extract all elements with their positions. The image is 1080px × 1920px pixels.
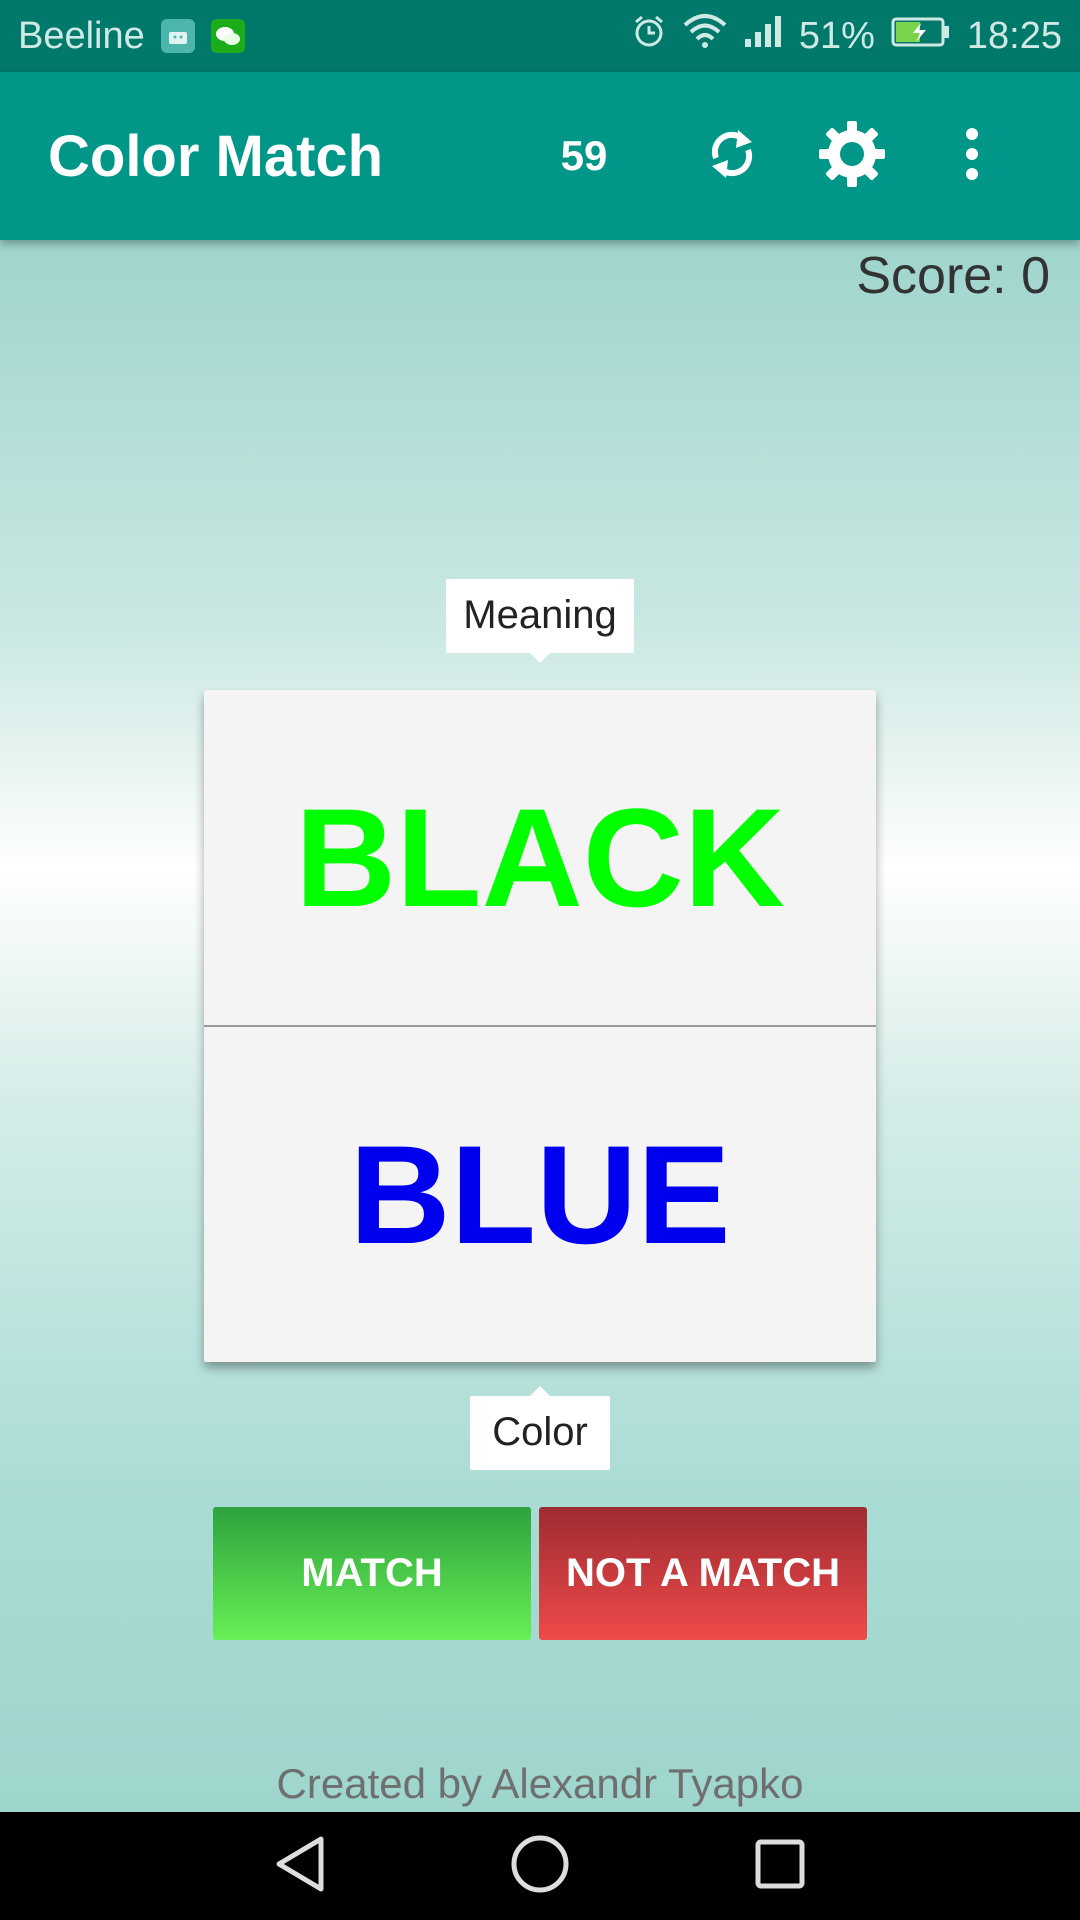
refresh-button[interactable] xyxy=(672,96,792,216)
score-label: Score: 0 xyxy=(856,247,1050,305)
wechat-icon xyxy=(210,19,245,53)
color-word: BLUE xyxy=(349,1115,731,1273)
match-button[interactable]: MATCH xyxy=(213,1507,531,1640)
battery-icon xyxy=(891,15,951,58)
countdown-timer: 59 xyxy=(560,132,608,179)
wifi-icon xyxy=(683,13,727,59)
refresh-icon xyxy=(702,124,762,189)
meaning-word: BLACK xyxy=(295,778,785,936)
back-button[interactable] xyxy=(240,1812,360,1920)
carrier-label: Beeline xyxy=(18,14,145,57)
not-a-match-button[interactable]: NOT A MATCH xyxy=(539,1507,867,1640)
more-vert-icon xyxy=(962,124,982,189)
app-bar: Color Match 59 xyxy=(0,72,1080,240)
home-button[interactable] xyxy=(480,1812,600,1920)
recents-icon xyxy=(754,1838,806,1895)
overflow-menu-button[interactable] xyxy=(912,96,1032,216)
answer-buttons: MATCH NOT A MATCH xyxy=(213,1507,867,1640)
settings-icon xyxy=(815,117,889,196)
alarm-icon xyxy=(631,13,667,59)
word-card: BLACK BLUE xyxy=(204,690,876,1362)
color-tooltip: Color xyxy=(470,1386,610,1470)
home-icon xyxy=(510,1834,570,1899)
android-icon xyxy=(160,19,195,53)
recents-button[interactable] xyxy=(720,1812,840,1920)
battery-percent: 51% xyxy=(798,14,875,57)
settings-button[interactable] xyxy=(792,96,912,216)
system-nav-bar xyxy=(0,1812,1080,1920)
back-icon xyxy=(273,1835,327,1898)
status-bar: Beeline 51% 18:25 xyxy=(0,0,1080,72)
app-title: Color Match xyxy=(48,123,384,189)
clock: 18:25 xyxy=(966,14,1062,57)
signal-icon xyxy=(743,13,783,59)
credit-text: Created by Alexandr Tyapko xyxy=(276,1760,804,1807)
meaning-tooltip: Meaning xyxy=(446,579,634,663)
game-area: Score: 0 Meaning BLACK BLUE Color MATCH … xyxy=(0,240,1080,1812)
